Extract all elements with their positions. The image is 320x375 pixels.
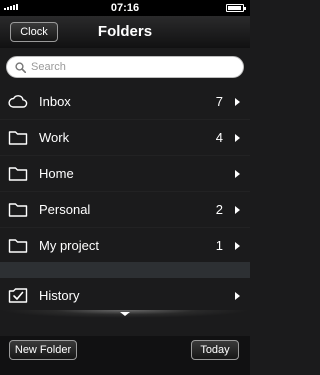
today-button[interactable]: Today <box>191 340 239 360</box>
folder-count: 2 <box>215 202 223 217</box>
page-title: Folders <box>97 23 153 40</box>
folder-label: Inbox <box>39 94 71 109</box>
folder-count: 7 <box>215 94 223 109</box>
chevron-right-icon <box>235 170 240 178</box>
chevron-right-icon <box>235 134 240 142</box>
cloud-icon <box>8 95 28 108</box>
new-folder-button[interactable]: New Folder <box>9 340 77 360</box>
history-section: History <box>0 278 250 314</box>
chevron-right-icon <box>235 242 240 250</box>
folder-row-home[interactable]: Home <box>0 156 250 192</box>
status-time: 07:16 <box>110 2 140 14</box>
folder-count: 1 <box>215 238 223 253</box>
folder-label: Home <box>39 166 74 181</box>
folder-label: Personal <box>39 202 91 217</box>
chevron-right-icon <box>235 98 240 106</box>
checkbox-icon <box>8 288 28 303</box>
folder-row-my-project[interactable]: My project 1 <box>0 228 250 264</box>
search-icon <box>15 61 26 73</box>
history-label: History <box>39 288 80 303</box>
section-separator <box>0 262 250 278</box>
folder-row-work[interactable]: Work 4 <box>0 120 250 156</box>
folder-row-inbox[interactable]: Inbox 7 <box>0 84 250 120</box>
battery-icon <box>226 4 246 12</box>
folder-icon <box>8 131 28 145</box>
folder-icon <box>8 167 28 181</box>
folder-label: My project <box>39 238 99 253</box>
chevron-right-icon <box>235 206 240 214</box>
chevron-down-icon <box>120 312 130 316</box>
chevron-right-icon <box>235 292 240 300</box>
folder-icon <box>8 203 28 217</box>
history-row[interactable]: History <box>0 278 250 314</box>
status-bar: 07:16 <box>0 0 250 16</box>
folder-icon <box>8 239 28 253</box>
navigation-bar: Clock Folders <box>0 16 250 48</box>
folder-list: Inbox 7 Work 4 Home Personal 2 My projec… <box>0 84 250 264</box>
folder-count: 4 <box>215 130 223 145</box>
search-input[interactable] <box>31 61 231 73</box>
signal-strength-icon <box>4 4 18 10</box>
search-field[interactable] <box>6 56 244 78</box>
folder-label: Work <box>39 130 70 145</box>
bottom-toolbar: New Folder Today <box>0 336 250 375</box>
search-bar <box>0 52 250 84</box>
folder-row-personal[interactable]: Personal 2 <box>0 192 250 228</box>
